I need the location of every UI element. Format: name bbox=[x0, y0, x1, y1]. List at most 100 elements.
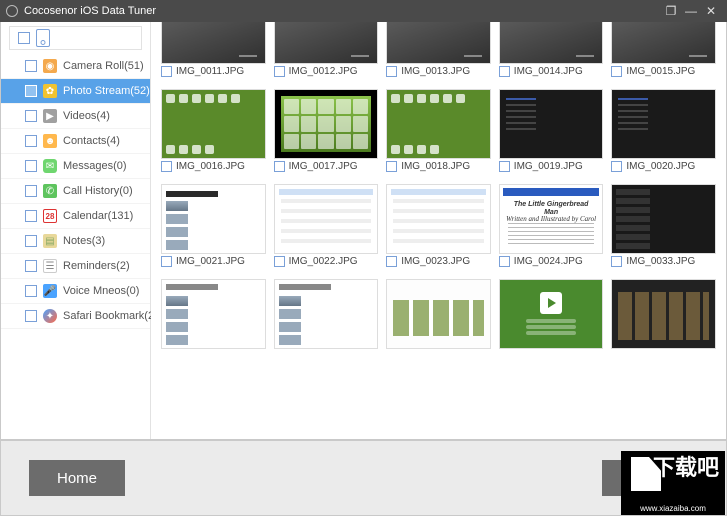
minimize-button[interactable]: — bbox=[681, 3, 701, 19]
thumbnail-checkbox[interactable] bbox=[161, 66, 172, 77]
thumbnail-image[interactable] bbox=[386, 89, 491, 159]
home-button[interactable]: Home bbox=[29, 460, 125, 496]
checkbox[interactable] bbox=[25, 60, 37, 72]
checkbox[interactable] bbox=[25, 185, 37, 197]
thumbnail-checkbox[interactable] bbox=[386, 256, 397, 267]
thumbnail-item[interactable]: The Little Gingerbread ManWritten and Il… bbox=[499, 184, 604, 269]
thumbnail-item[interactable]: IMG_0018.JPG bbox=[386, 89, 491, 174]
sidebar-item-videos[interactable]: ▶ Videos(4) bbox=[1, 104, 150, 129]
thumbnail-item[interactable]: IMG_0011.JPG bbox=[161, 22, 266, 79]
thumbnail-checkbox[interactable] bbox=[274, 66, 285, 77]
thumbnail-checkbox[interactable] bbox=[611, 161, 622, 172]
thumbnail-image[interactable] bbox=[161, 22, 266, 64]
thumbnail-checkbox[interactable] bbox=[611, 66, 622, 77]
thumbnail-item[interactable]: IMG_0016.JPG bbox=[161, 89, 266, 174]
thumbnail-image[interactable]: The Little Gingerbread ManWritten and Il… bbox=[499, 184, 604, 254]
sidebar-item-call-history[interactable]: ✆ Call History(0) bbox=[1, 179, 150, 204]
sidebar-item-calendar[interactable]: 28 Calendar(131) bbox=[1, 204, 150, 229]
thumbnail-item[interactable]: IMG_0015.JPG bbox=[611, 22, 716, 79]
thumbnail-item[interactable] bbox=[386, 279, 491, 349]
thumbnail-checkbox[interactable] bbox=[499, 66, 510, 77]
sidebar-item-messages[interactable]: ✉ Messages(0) bbox=[1, 154, 150, 179]
thumbnail-item[interactable]: IMG_0033.JPG bbox=[611, 184, 716, 269]
thumbnail-checkbox[interactable] bbox=[274, 256, 285, 267]
close-button[interactable]: ✕ bbox=[701, 3, 721, 19]
sidebar-item-voice-memos[interactable]: 🎤 Voice Mneos(0) bbox=[1, 279, 150, 304]
checkbox[interactable] bbox=[25, 260, 37, 272]
video-icon: ▶ bbox=[43, 109, 57, 123]
restore-button[interactable]: ❐ bbox=[661, 3, 681, 19]
thumbnail-item[interactable]: IMG_0020.JPG bbox=[611, 89, 716, 174]
thumbnail-checkbox[interactable] bbox=[499, 161, 510, 172]
thumbnail-checkbox[interactable] bbox=[499, 256, 510, 267]
thumbnail-filename: IMG_0033.JPG bbox=[626, 256, 695, 267]
sidebar-item-label: Call History(0) bbox=[63, 185, 133, 197]
checkbox[interactable] bbox=[25, 285, 37, 297]
thumbnail-item[interactable] bbox=[499, 279, 604, 349]
thumbnail-label-row: IMG_0018.JPG bbox=[386, 159, 491, 174]
sidebar-item-label: Camera Roll(51) bbox=[63, 60, 144, 72]
thumbnail-item[interactable]: IMG_0014.JPG bbox=[499, 22, 604, 79]
thumbnail-item[interactable]: IMG_0013.JPG bbox=[386, 22, 491, 79]
thumbnail-item[interactable]: IMG_0017.JPG bbox=[274, 89, 379, 174]
sidebar: ◉ Camera Roll(51) ✿ Photo Stream(52) ▶ V… bbox=[1, 22, 151, 439]
thumbnail-image[interactable] bbox=[386, 22, 491, 64]
sidebar-item-camera-roll[interactable]: ◉ Camera Roll(51) bbox=[1, 54, 150, 79]
checkbox[interactable] bbox=[25, 235, 37, 247]
thumbnail-filename: IMG_0020.JPG bbox=[626, 161, 695, 172]
thumbnail-image[interactable] bbox=[499, 279, 604, 349]
checkbox[interactable] bbox=[25, 310, 37, 322]
sidebar-item-label: Videos(4) bbox=[63, 110, 110, 122]
sidebar-item-photo-stream[interactable]: ✿ Photo Stream(52) bbox=[1, 79, 150, 104]
checkbox[interactable] bbox=[25, 110, 37, 122]
thumbnail-image[interactable] bbox=[274, 279, 379, 349]
thumbnail-label-row: IMG_0023.JPG bbox=[386, 254, 491, 269]
thumbnail-image[interactable] bbox=[499, 89, 604, 159]
sidebar-item-notes[interactable]: ▤ Notes(3) bbox=[1, 229, 150, 254]
thumbnail-label-row: IMG_0012.JPG bbox=[274, 64, 379, 79]
thumbnail-label-row: IMG_0033.JPG bbox=[611, 254, 716, 269]
thumbnail-image[interactable] bbox=[611, 89, 716, 159]
thumbnail-filename: IMG_0018.JPG bbox=[401, 161, 470, 172]
right-button[interactable]: R bbox=[602, 460, 698, 496]
sidebar-header bbox=[9, 26, 142, 50]
device-icon bbox=[36, 29, 50, 47]
thumbnail-item[interactable]: IMG_0021.JPG bbox=[161, 184, 266, 269]
thumbnail-image[interactable] bbox=[161, 184, 266, 254]
thumbnail-image[interactable] bbox=[274, 22, 379, 64]
thumbnail-item[interactable] bbox=[161, 279, 266, 349]
sidebar-item-contacts[interactable]: ☻ Contacts(4) bbox=[1, 129, 150, 154]
select-all-checkbox[interactable] bbox=[18, 32, 30, 44]
thumbnail-image[interactable] bbox=[274, 89, 379, 159]
thumbnail-image[interactable] bbox=[161, 279, 266, 349]
thumbnail-item[interactable]: IMG_0022.JPG bbox=[274, 184, 379, 269]
checkbox[interactable] bbox=[25, 135, 37, 147]
thumbnail-checkbox[interactable] bbox=[274, 161, 285, 172]
thumbnail-filename: IMG_0024.JPG bbox=[514, 256, 583, 267]
thumbnail-image[interactable] bbox=[274, 184, 379, 254]
thumbnail-image[interactable] bbox=[611, 279, 716, 349]
checkbox[interactable] bbox=[25, 210, 37, 222]
checkbox[interactable] bbox=[25, 160, 37, 172]
thumbnail-image[interactable] bbox=[499, 22, 604, 64]
thumbnail-image[interactable] bbox=[386, 184, 491, 254]
thumbnail-item[interactable] bbox=[611, 279, 716, 349]
thumbnail-checkbox[interactable] bbox=[386, 161, 397, 172]
photo-stream-icon: ✿ bbox=[43, 84, 57, 98]
thumbnail-checkbox[interactable] bbox=[161, 161, 172, 172]
thumbnail-image[interactable] bbox=[386, 279, 491, 349]
thumbnail-checkbox[interactable] bbox=[161, 256, 172, 267]
thumbnail-checkbox[interactable] bbox=[386, 66, 397, 77]
thumbnail-image[interactable] bbox=[611, 22, 716, 64]
sidebar-item-safari-bookmark[interactable]: ✦ Safari Bookmark(21) bbox=[1, 304, 150, 329]
thumbnail-image[interactable] bbox=[161, 89, 266, 159]
thumbnail-item[interactable]: IMG_0012.JPG bbox=[274, 22, 379, 79]
thumbnail-item[interactable]: IMG_0023.JPG bbox=[386, 184, 491, 269]
sidebar-item-label: Reminders(2) bbox=[63, 260, 130, 272]
thumbnail-item[interactable] bbox=[274, 279, 379, 349]
thumbnail-image[interactable] bbox=[611, 184, 716, 254]
checkbox[interactable] bbox=[25, 85, 37, 97]
thumbnail-item[interactable]: IMG_0019.JPG bbox=[499, 89, 604, 174]
thumbnail-checkbox[interactable] bbox=[611, 256, 622, 267]
sidebar-item-reminders[interactable]: ☰ Reminders(2) bbox=[1, 254, 150, 279]
